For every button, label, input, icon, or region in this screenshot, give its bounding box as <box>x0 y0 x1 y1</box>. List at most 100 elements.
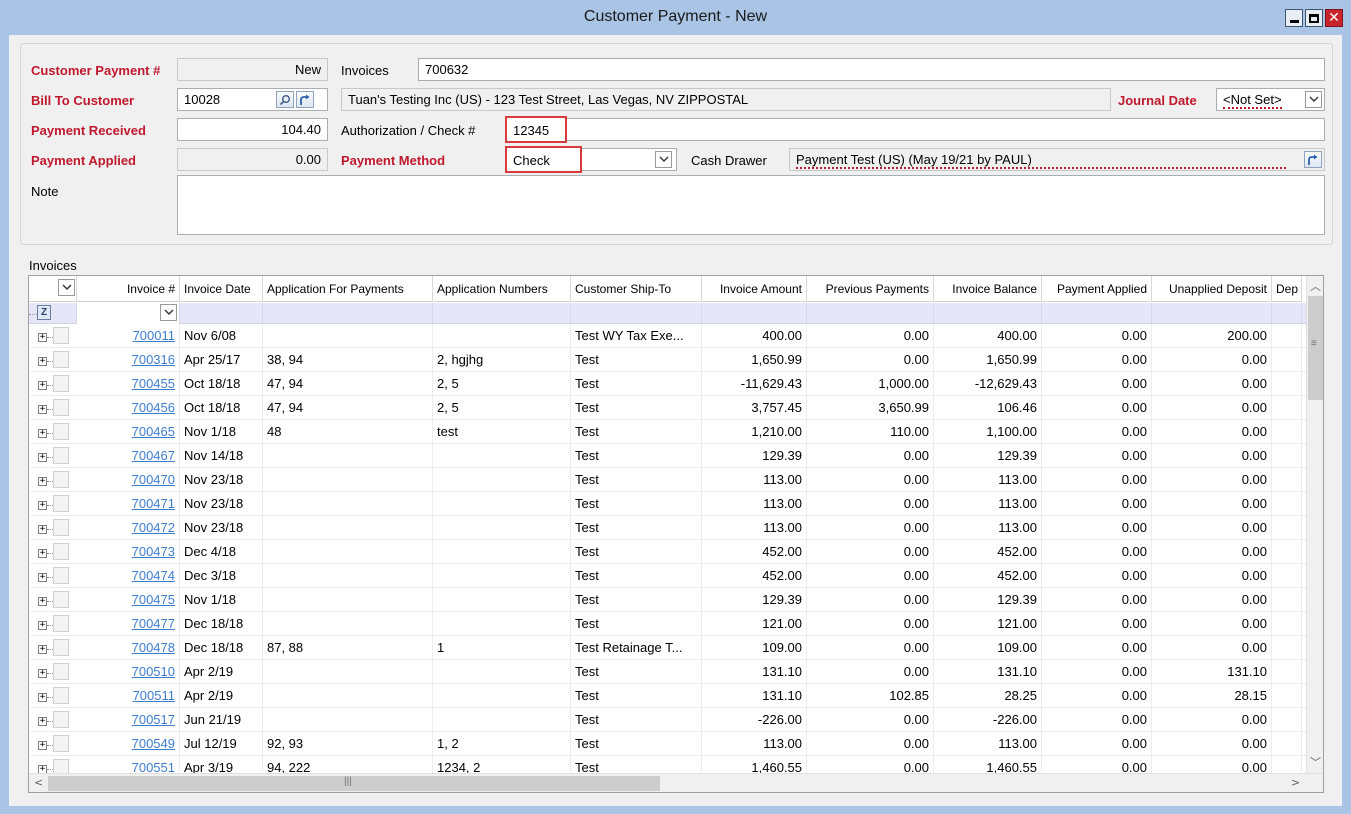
filter-cell[interactable] <box>180 303 263 324</box>
expand-icon[interactable]: + <box>38 741 47 750</box>
note-textarea[interactable] <box>177 175 1325 235</box>
expand-icon[interactable]: + <box>38 717 47 726</box>
column-header[interactable]: Application Numbers <box>433 276 571 302</box>
table-row[interactable]: +700465 Nov 1/18 48 test Test 1,210.00 110.00 1… <box>29 420 1307 444</box>
row-selector[interactable] <box>53 567 69 584</box>
table-row[interactable]: +700470 Nov 23/18 Test 113.00 0.00 113.00 0.00… <box>29 468 1307 492</box>
expand-icon[interactable]: + <box>38 381 47 390</box>
invoice-number-link[interactable]: 700478 <box>132 640 175 655</box>
invoice-number-link[interactable]: 700474 <box>132 568 175 583</box>
column-header[interactable]: Invoice # <box>77 276 180 302</box>
horizontal-scroll-thumb[interactable]: ||| <box>48 776 660 791</box>
invoice-number-link[interactable]: 700511 <box>133 688 175 703</box>
invoices-input[interactable]: 700632 <box>418 58 1325 81</box>
cash-drawer-link-button[interactable] <box>1304 151 1322 168</box>
row-selector[interactable] <box>53 687 69 704</box>
row-selector[interactable] <box>53 591 69 608</box>
customer-lookup-button[interactable] <box>276 91 294 108</box>
payment-received-input[interactable]: 104.40 <box>177 118 328 141</box>
invoice-number-link[interactable]: 700473 <box>132 544 175 559</box>
column-header[interactable]: Customer Ship-To <box>571 276 702 302</box>
column-header[interactable]: Invoice Date <box>180 276 263 302</box>
vertical-scrollbar[interactable]: ︿ ≡ ﹀ <box>1306 276 1323 774</box>
filter-dropdown-button[interactable] <box>160 304 177 321</box>
invoice-number-link[interactable]: 700456 <box>132 400 175 415</box>
filter-cell[interactable] <box>934 303 1042 324</box>
row-selector[interactable] <box>53 351 69 368</box>
column-header[interactable]: Dep <box>1272 276 1302 302</box>
expand-icon[interactable]: + <box>38 525 47 534</box>
table-row[interactable]: +700517 Jun 21/19 Test -226.00 0.00 -226.00 0.… <box>29 708 1307 732</box>
vertical-scroll-thumb[interactable]: ≡ <box>1308 296 1323 400</box>
column-header[interactable]: Invoice Amount <box>702 276 807 302</box>
row-selector[interactable] <box>53 711 69 728</box>
cash-drawer-field[interactable]: Payment Test (US) (May 19/21 by PAUL) <box>789 148 1325 171</box>
expand-icon[interactable]: + <box>38 429 47 438</box>
expand-icon[interactable]: + <box>38 621 47 630</box>
filter-cell[interactable] <box>571 303 702 324</box>
table-row[interactable]: +700316 Apr 25/17 38, 94 2, hgjhg Test 1,650.… <box>29 348 1307 372</box>
scroll-up-icon[interactable]: ︿ <box>1310 278 1321 294</box>
invoice-number-link[interactable]: 700472 <box>132 520 175 535</box>
row-selector[interactable] <box>53 399 69 416</box>
table-row[interactable]: +700549 Jul 12/19 92, 93 1, 2 Test 113.00 0.00… <box>29 732 1307 756</box>
table-row[interactable]: +700474 Dec 3/18 Test 452.00 0.00 452.00 0.00 0… <box>29 564 1307 588</box>
table-row[interactable]: +700456 Oct 18/18 47, 94 2, 5 Test 3,757.45 3,… <box>29 396 1307 420</box>
filter-cell[interactable] <box>433 303 571 324</box>
maximize-button[interactable] <box>1305 9 1323 27</box>
scroll-down-icon[interactable]: ﹀ <box>1310 754 1321 770</box>
invoice-number-link[interactable]: 700465 <box>132 424 175 439</box>
invoice-number-link[interactable]: 700477 <box>132 616 175 631</box>
invoice-number-link[interactable]: 700470 <box>132 472 175 487</box>
filter-icon[interactable]: Z <box>37 305 51 320</box>
filter-cell[interactable] <box>1042 303 1152 324</box>
expand-icon[interactable]: + <box>38 405 47 414</box>
table-row[interactable]: +700467 Nov 14/18 Test 129.39 0.00 129.39 0.00… <box>29 444 1307 468</box>
row-selector[interactable] <box>53 495 69 512</box>
expand-icon[interactable]: + <box>38 477 47 486</box>
row-selector[interactable] <box>53 543 69 560</box>
expand-icon[interactable]: + <box>38 669 47 678</box>
payment-method-value[interactable]: Check <box>505 146 582 173</box>
invoice-number-link[interactable]: 700471 <box>132 496 175 511</box>
table-row[interactable]: +700011 Nov 6/08 Test WY Tax Exe... 400.00 0… <box>29 324 1307 348</box>
row-selector[interactable] <box>53 375 69 392</box>
column-header[interactable]: Previous Payments <box>807 276 934 302</box>
expand-icon[interactable]: + <box>38 645 47 654</box>
table-row[interactable]: +700511 Apr 2/19 Test 131.10 102.85 28.25 0.00… <box>29 684 1307 708</box>
invoice-number-link[interactable]: 700510 <box>132 664 175 679</box>
row-selector[interactable] <box>53 471 69 488</box>
table-row[interactable]: +700473 Dec 4/18 Test 452.00 0.00 452.00 0.00 0… <box>29 540 1307 564</box>
expand-icon[interactable]: + <box>38 573 47 582</box>
row-selector[interactable] <box>53 327 69 344</box>
scroll-left-icon[interactable]: < <box>34 776 43 789</box>
row-selector[interactable] <box>53 735 69 752</box>
column-header[interactable]: Application For Payments <box>263 276 433 302</box>
table-row[interactable]: +700471 Nov 23/18 Test 113.00 0.00 113.00 0.00… <box>29 492 1307 516</box>
filter-cell[interactable] <box>77 303 180 324</box>
scroll-right-icon[interactable]: > <box>1291 776 1300 789</box>
invoice-number-link[interactable]: 700475 <box>132 592 175 607</box>
row-selector[interactable] <box>53 447 69 464</box>
invoice-number-link[interactable]: 700316 <box>132 352 175 367</box>
horizontal-scrollbar[interactable]: < ||| > <box>29 773 1323 792</box>
table-row[interactable]: +700472 Nov 23/18 Test 113.00 0.00 113.00 0.00… <box>29 516 1307 540</box>
table-row[interactable]: +700510 Apr 2/19 Test 131.10 0.00 131.10 0.00 1… <box>29 660 1307 684</box>
authorization-check-field[interactable] <box>505 118 1325 141</box>
row-selector[interactable] <box>53 615 69 632</box>
expand-icon[interactable]: + <box>38 357 47 366</box>
journal-date-dropdown-button[interactable] <box>1305 91 1322 108</box>
expand-icon[interactable]: + <box>38 453 47 462</box>
row-selector[interactable] <box>53 519 69 536</box>
expand-icon[interactable]: + <box>38 693 47 702</box>
payment-method-dropdown-button[interactable] <box>655 151 672 168</box>
invoice-number-link[interactable]: 700549 <box>132 736 175 751</box>
title-bar[interactable]: Customer Payment - New ✕ <box>0 0 1351 36</box>
filter-cell[interactable] <box>807 303 934 324</box>
column-header[interactable]: Payment Applied <box>1042 276 1152 302</box>
filter-cell[interactable] <box>263 303 433 324</box>
row-selector[interactable] <box>53 423 69 440</box>
row-selector[interactable] <box>53 663 69 680</box>
customer-link-button[interactable] <box>296 91 314 108</box>
row-selector[interactable] <box>53 639 69 656</box>
